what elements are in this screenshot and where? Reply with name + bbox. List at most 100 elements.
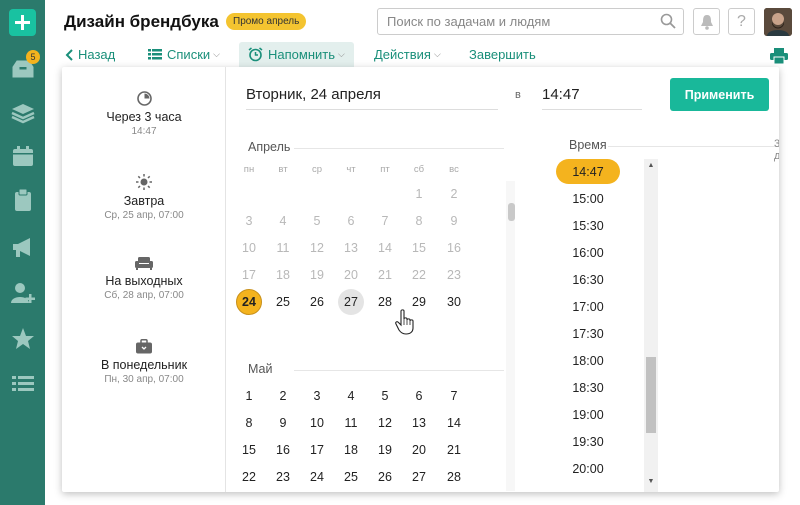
calendar-day[interactable]: 14 — [441, 410, 467, 436]
avatar[interactable] — [764, 8, 792, 36]
time-slot[interactable]: 18:30 — [556, 375, 620, 400]
calendar-day[interactable]: 3 — [304, 383, 330, 409]
calendar-day[interactable]: 22 — [406, 262, 432, 288]
calendar-day[interactable]: 17 — [304, 437, 330, 463]
calendar-day[interactable]: 2 — [270, 383, 296, 409]
quick-option-monday[interactable]: В понедельник Пн, 30 апр, 07:00 — [62, 339, 226, 385]
time-slot[interactable]: 17:00 — [556, 294, 620, 319]
time-slot[interactable]: 15:30 — [556, 213, 620, 238]
time-input[interactable] — [542, 80, 642, 110]
calendar-day[interactable]: 16 — [441, 235, 467, 261]
calendar-day[interactable]: 1 — [406, 181, 432, 207]
calendar-day[interactable]: 6 — [338, 208, 364, 234]
calendar-day[interactable]: 28 — [441, 464, 467, 490]
time-slot[interactable]: 14:47 — [556, 159, 620, 184]
calendar-day[interactable]: 23 — [270, 464, 296, 490]
calendar-day[interactable]: 9 — [270, 410, 296, 436]
time-scrollbar[interactable] — [644, 159, 658, 492]
calendar-day[interactable]: 27 — [338, 289, 364, 315]
scroll-down-arrow-icon[interactable]: ▼ — [644, 475, 658, 487]
notifications-button[interactable] — [693, 8, 720, 35]
quick-option-weekend[interactable]: На выходных Сб, 28 апр, 07:00 — [62, 256, 226, 301]
calendar-day[interactable]: 7 — [441, 383, 467, 409]
calendar-day[interactable]: 30 — [270, 491, 296, 492]
calendar-day[interactable]: 24 — [304, 464, 330, 490]
calendar-day[interactable]: 19 — [372, 437, 398, 463]
date-input[interactable] — [246, 80, 498, 110]
calendar-day[interactable]: 18 — [338, 437, 364, 463]
calendar-scroll-thumb[interactable] — [508, 203, 515, 221]
calendar-day[interactable]: 13 — [338, 235, 364, 261]
calendar-day[interactable]: 25 — [338, 464, 364, 490]
calendar-day[interactable]: 1 — [236, 383, 262, 409]
quick-option-tomorrow[interactable]: Завтра Ср, 25 апр, 07:00 — [62, 174, 226, 221]
calendar-day[interactable]: 23 — [441, 262, 467, 288]
calendar-day[interactable]: 26 — [304, 289, 330, 315]
print-icon[interactable] — [770, 48, 788, 69]
time-slot[interactable]: 19:30 — [556, 429, 620, 454]
add-user-nav-button[interactable] — [10, 280, 35, 305]
create-button[interactable] — [9, 9, 36, 36]
calendar-day[interactable]: 2 — [441, 181, 467, 207]
calendar-day[interactable]: 5 — [372, 383, 398, 409]
apply-button[interactable]: Применить — [670, 78, 769, 111]
time-slot[interactable]: 17:30 — [556, 321, 620, 346]
tasks-nav-button[interactable] — [10, 187, 35, 212]
calendar-day[interactable]: 31 — [304, 491, 330, 492]
list-nav-button[interactable] — [10, 370, 35, 395]
calendar-day[interactable]: 25 — [270, 289, 296, 315]
calendar-day[interactable]: 12 — [372, 410, 398, 436]
calendar-day[interactable]: 8 — [406, 208, 432, 234]
calendar-day[interactable]: 18 — [270, 262, 296, 288]
back-link[interactable]: Назад — [64, 42, 115, 67]
calendar-day[interactable]: 19 — [304, 262, 330, 288]
calendar-day[interactable]: 7 — [372, 208, 398, 234]
calendar-day[interactable]: 11 — [338, 410, 364, 436]
scroll-up-arrow-icon[interactable]: ▲ — [644, 159, 658, 171]
remind-dropdown[interactable]: Напомнить ⌵ — [239, 42, 354, 67]
lists-dropdown[interactable]: Списки ⌵ — [148, 42, 220, 67]
time-slot[interactable]: 19:00 — [556, 402, 620, 427]
calendar-day[interactable]: 26 — [372, 464, 398, 490]
calendar-day[interactable]: 4 — [270, 208, 296, 234]
time-slot[interactable]: 16:30 — [556, 267, 620, 292]
favorites-nav-button[interactable] — [10, 326, 35, 351]
calendar-day[interactable]: 12 — [304, 235, 330, 261]
calendar-day[interactable]: 17 — [236, 262, 262, 288]
calendar-day[interactable]: 15 — [406, 235, 432, 261]
calendar-day[interactable]: 21 — [441, 437, 467, 463]
calendar-day[interactable]: 10 — [236, 235, 262, 261]
search-icon[interactable] — [660, 13, 676, 34]
calendar-day[interactable]: 20 — [406, 437, 432, 463]
calendar-day[interactable]: 3 — [236, 208, 262, 234]
time-slot[interactable]: 16:00 — [556, 240, 620, 265]
announcements-nav-button[interactable] — [10, 234, 35, 259]
finish-button[interactable]: Завершить — [469, 42, 536, 67]
calendar-day[interactable]: 9 — [441, 208, 467, 234]
calendar-day[interactable]: 22 — [236, 464, 262, 490]
calendar-day[interactable]: 29 — [236, 491, 262, 492]
calendar-day[interactable]: 21 — [372, 262, 398, 288]
actions-dropdown[interactable]: Действия ⌵ — [374, 42, 441, 67]
calendar-day[interactable]: 5 — [304, 208, 330, 234]
calendar-day[interactable]: 14 — [372, 235, 398, 261]
calendar-day[interactable]: 8 — [236, 410, 262, 436]
quick-option-3h[interactable]: Через 3 часа 14:47 — [62, 91, 226, 137]
calendar-scrollbar[interactable] — [506, 181, 515, 491]
calendar-day[interactable]: 30 — [441, 289, 467, 315]
calendar-nav-button[interactable] — [10, 143, 35, 168]
calendar-day[interactable]: 27 — [406, 464, 432, 490]
search-input[interactable] — [377, 8, 684, 35]
time-slot[interactable]: 15:00 — [556, 186, 620, 211]
calendar-day[interactable]: 20 — [338, 262, 364, 288]
projects-nav-button[interactable] — [10, 100, 35, 125]
calendar-day[interactable]: 24 — [236, 289, 262, 315]
calendar-day[interactable]: 6 — [406, 383, 432, 409]
calendar-day[interactable]: 16 — [270, 437, 296, 463]
project-tag[interactable]: Промо апрель — [226, 13, 307, 30]
time-slot[interactable]: 20:00 — [556, 456, 620, 481]
calendar-day[interactable]: 15 — [236, 437, 262, 463]
calendar-day[interactable]: 11 — [270, 235, 296, 261]
time-scroll-thumb[interactable] — [646, 357, 656, 433]
help-button[interactable]: ? — [728, 8, 755, 35]
